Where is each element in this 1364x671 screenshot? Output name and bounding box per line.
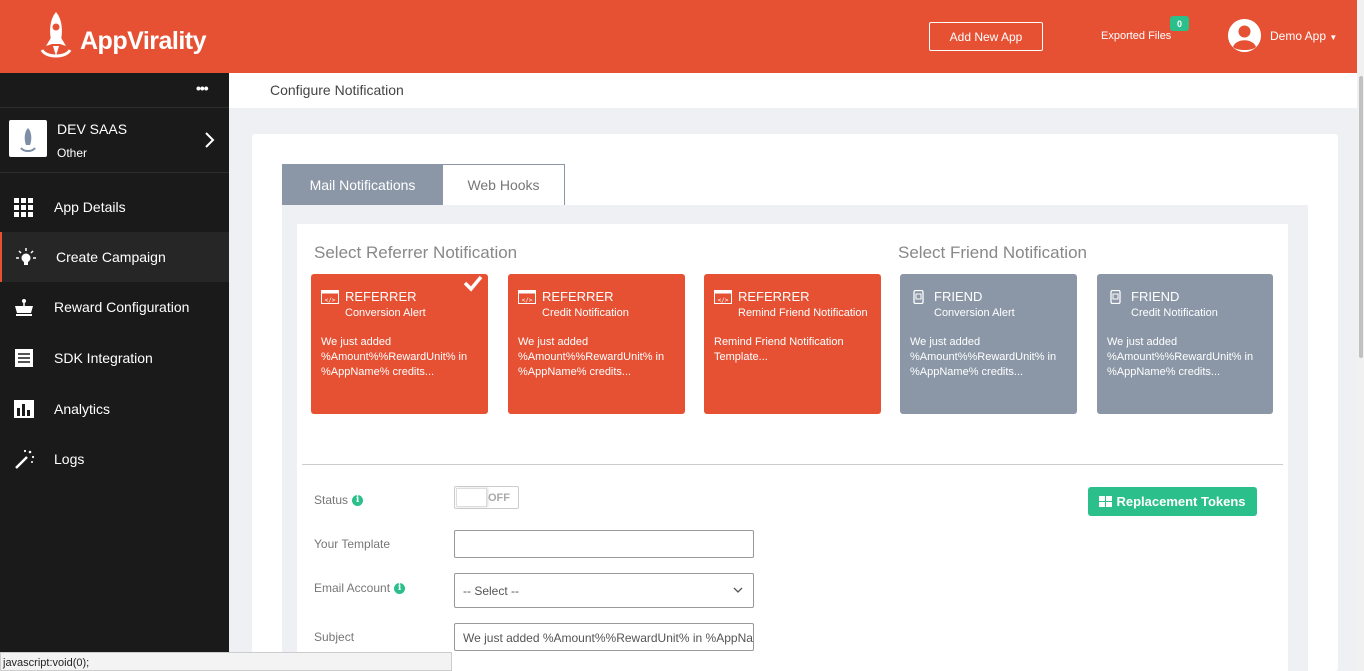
sidebar-item-label: Create Campaign xyxy=(56,249,166,265)
sidebar-item-sdk-integration[interactable]: SDK Integration xyxy=(0,333,229,383)
rocket-icon xyxy=(40,12,72,58)
info-icon[interactable]: i xyxy=(352,494,364,506)
user-icon xyxy=(1228,19,1261,52)
page-title: Configure Notification xyxy=(270,82,404,98)
tab-label: Web Hooks xyxy=(467,177,540,193)
card-description: We just added %Amount%%RewardUnit% in %A… xyxy=(518,336,665,378)
wand-icon xyxy=(15,449,35,469)
scrollbar-thumb[interactable] xyxy=(1359,76,1363,358)
sidebar-item-label: Logs xyxy=(54,451,85,467)
code-icon: </> xyxy=(714,290,732,304)
user-name: Demo App xyxy=(1270,29,1327,43)
tab-mail-notifications[interactable]: Mail Notifications xyxy=(282,164,443,214)
more-icon[interactable]: ••• xyxy=(196,81,209,95)
card-subtitle: Conversion Alert xyxy=(345,307,426,319)
referrer-section-title: Select Referrer Notification xyxy=(314,243,518,262)
mobile-icon xyxy=(913,290,924,304)
svg-text:</>: </> xyxy=(522,297,533,304)
sidebar-item-analytics[interactable]: Analytics xyxy=(0,384,229,434)
card-title: REFERRER xyxy=(738,289,810,304)
card-description: We just added %Amount%%RewardUnit% in %A… xyxy=(321,336,468,378)
email-account-label: Email Account xyxy=(314,581,391,595)
document-icon xyxy=(15,349,33,367)
app-type: Other xyxy=(57,146,88,160)
card-subtitle: Conversion Alert xyxy=(934,307,1015,319)
toggle-state: OFF xyxy=(488,492,510,504)
browser-status-bar: javascript:void(0); xyxy=(0,652,452,671)
code-icon: </> xyxy=(518,290,536,304)
checkmark-icon xyxy=(463,275,483,292)
app-logo-icon xyxy=(20,128,36,152)
app-thumbnail xyxy=(9,120,47,157)
grid-icon xyxy=(14,198,33,217)
friend-section-title: Select Friend Notification xyxy=(898,243,1087,262)
bulb-icon xyxy=(16,248,36,265)
info-icon[interactable]: i xyxy=(394,582,406,594)
card-title: FRIEND xyxy=(1131,289,1180,304)
template-input[interactable] xyxy=(454,530,754,558)
notification-card-referrer-conversion[interactable]: </> REFERRER Conversion Alert We just ad… xyxy=(311,274,488,414)
sidebar-item-app-details[interactable]: App Details xyxy=(0,182,229,232)
crown-icon xyxy=(15,299,33,316)
sidebar-item-logs[interactable]: Logs xyxy=(0,434,229,484)
card-subtitle: Credit Notification xyxy=(542,307,629,319)
brand-name: AppVirality xyxy=(80,26,207,55)
tab-web-hooks[interactable]: Web Hooks xyxy=(442,164,565,206)
email-account-select[interactable]: -- Select -- xyxy=(454,573,754,608)
notification-card-friend-credit[interactable]: FRIEND Credit Notification We just added… xyxy=(1097,274,1273,414)
chevron-down-icon xyxy=(733,587,743,593)
exported-files-link[interactable]: Exported Files xyxy=(1101,30,1171,42)
subject-input[interactable]: We just added %Amount%%RewardUnit% in %A… xyxy=(454,623,754,651)
exported-count-badge: 0 xyxy=(1170,16,1189,31)
card-description: We just added %Amount%%RewardUnit% in %A… xyxy=(1107,336,1254,378)
sidebar-item-label: Analytics xyxy=(54,401,111,417)
button-label: Replacement Tokens xyxy=(1116,494,1246,509)
divider xyxy=(302,464,1283,465)
card-subtitle: Remind Friend Notification xyxy=(738,307,868,319)
svg-text:</>: </> xyxy=(325,297,336,304)
select-value: -- Select -- xyxy=(463,584,520,598)
mobile-icon xyxy=(1110,290,1121,304)
subject-label: Subject xyxy=(314,630,355,644)
app-logo[interactable]: AppVirality xyxy=(36,10,207,62)
card-title: REFERRER xyxy=(345,289,417,304)
notification-card-referrer-credit[interactable]: </> REFERRER Credit Notification We just… xyxy=(508,274,685,414)
card-title: FRIEND xyxy=(934,289,983,304)
user-avatar[interactable] xyxy=(1228,19,1261,52)
tab-label: Mail Notifications xyxy=(309,177,416,193)
template-label: Your Template xyxy=(314,537,391,551)
add-new-app-button[interactable]: Add New App xyxy=(929,22,1043,51)
sidebar-item-label: App Details xyxy=(54,199,126,215)
replacement-tokens-button[interactable]: Replacement Tokens xyxy=(1088,487,1257,516)
sidebar-item-label: Reward Configuration xyxy=(54,299,190,315)
status-toggle[interactable]: OFF xyxy=(454,486,519,509)
svg-text:</>: </> xyxy=(718,297,729,304)
code-icon: </> xyxy=(321,290,339,304)
app-selector[interactable]: DEV SAAS Other xyxy=(0,107,229,173)
user-menu[interactable]: Demo App ▼ xyxy=(1270,29,1337,43)
card-subtitle: Credit Notification xyxy=(1131,307,1218,319)
sidebar-item-create-campaign[interactable]: Create Campaign xyxy=(0,232,229,282)
table-icon xyxy=(1099,496,1113,507)
status-label: Status xyxy=(314,493,349,507)
card-title: REFERRER xyxy=(542,289,614,304)
sidebar-item-reward-configuration[interactable]: Reward Configuration xyxy=(0,282,229,332)
card-description: We just added %Amount%%RewardUnit% in %A… xyxy=(910,336,1057,378)
notification-card-referrer-remind[interactable]: </> REFERRER Remind Friend Notification … xyxy=(704,274,881,414)
sidebar: ••• DEV SAAS Other App Details Create Ca… xyxy=(0,73,229,671)
caret-down-icon: ▼ xyxy=(1329,33,1338,42)
sidebar-item-label: SDK Integration xyxy=(54,350,153,366)
card-description: Remind Friend Notification Template... xyxy=(714,336,844,363)
toggle-knob xyxy=(456,488,487,507)
email-label-row: Email Account i xyxy=(314,581,406,595)
chevron-right-icon xyxy=(205,132,215,148)
status-label-row: Status i xyxy=(314,493,364,507)
notification-card-friend-conversion[interactable]: FRIEND Conversion Alert We just added %A… xyxy=(900,274,1077,414)
app-name: DEV SAAS xyxy=(57,121,128,137)
bar-chart-icon xyxy=(14,400,34,418)
